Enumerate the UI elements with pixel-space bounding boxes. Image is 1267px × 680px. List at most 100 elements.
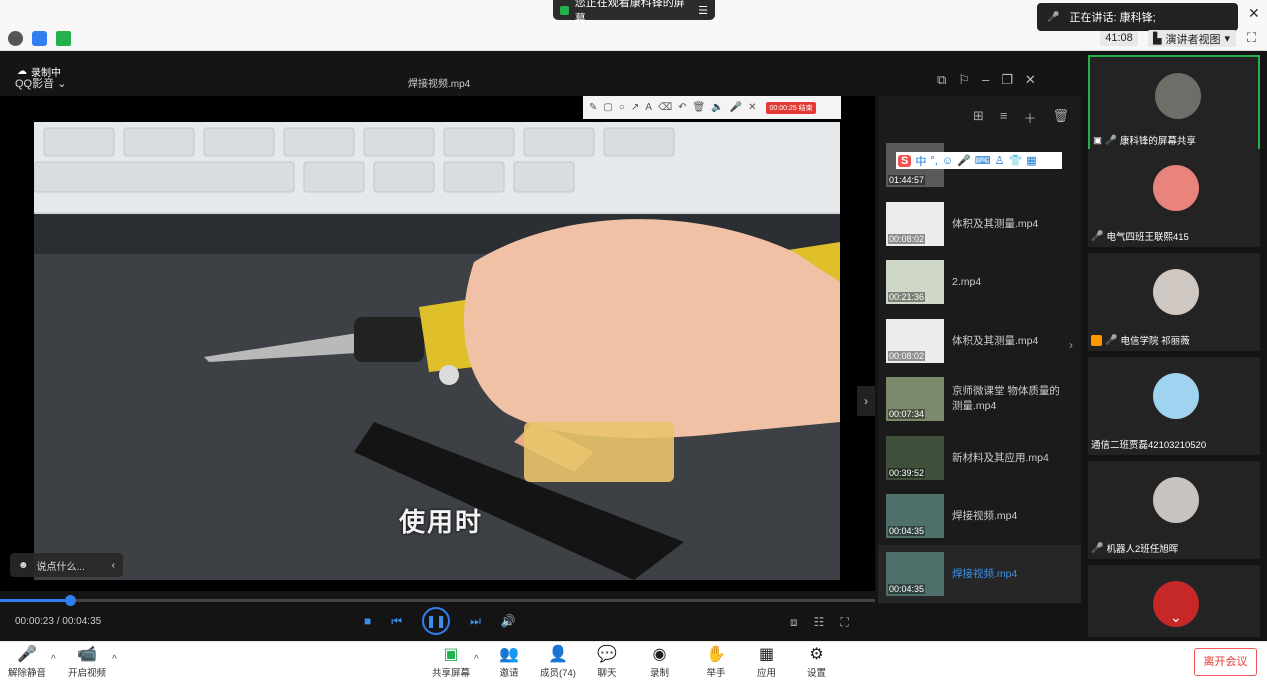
participant-tile[interactable]: 🎤 电信学院 祁丽薇 — [1088, 253, 1260, 351]
host-badge-icon — [1091, 334, 1102, 346]
participant-label: 🎤 电气四班王联熙415 — [1091, 229, 1189, 244]
participant-name: 电信学院 祁丽薇 — [1120, 336, 1190, 347]
fullscreen-icon[interactable]: ⛶ — [840, 615, 848, 630]
volume-icon[interactable]: 🔊 — [501, 614, 516, 628]
viewing-banner[interactable]: 您正在观看康科锋的屏幕 ☰ — [553, 0, 715, 25]
recording-chip[interactable]: 00:00:25 结束 — [766, 101, 816, 114]
participant-tile[interactable]: ⌄ — [1088, 565, 1260, 637]
stop-icon[interactable]: ■ — [364, 614, 371, 628]
close-icon[interactable]: ✕ — [1248, 5, 1260, 22]
pen-icon[interactable]: ✎ — [589, 102, 597, 113]
leave-meeting-button[interactable]: 离开会议 — [1194, 648, 1257, 676]
settings-button[interactable]: ⚙ 设置 — [807, 645, 826, 679]
playlist-item[interactable]: 00:39:52 新材料及其应用.mp4 — [878, 429, 1081, 487]
members-button[interactable]: 👤 成员(74) — [540, 645, 576, 679]
mic-off-icon[interactable]: 🎤 — [730, 102, 742, 113]
close-icon[interactable]: ✕ — [1025, 72, 1036, 88]
emoji-icon[interactable]: ☺ — [942, 155, 953, 167]
playlist-item[interactable]: 00:08:02 体积及其测量.mp4 — [878, 195, 1081, 253]
presenter-view-dropdown[interactable]: ▙ 演讲者视图 ▾ — [1148, 30, 1236, 47]
invite-button[interactable]: 👥 邀请 — [499, 645, 519, 679]
mic-icon: 🎤 — [1104, 134, 1117, 146]
next-icon[interactable]: ⏭ — [470, 614, 481, 629]
unmute-label: 解除静音 — [8, 668, 47, 679]
progress-knob[interactable] — [65, 595, 76, 606]
text-icon[interactable]: A — [645, 102, 652, 113]
app-name-menu[interactable]: QQ影音 ⌄ — [15, 75, 66, 91]
playlist-toggle[interactable]: › — [857, 386, 875, 416]
extra-controls: ⧈ ☷ ⛶ — [790, 615, 849, 630]
trash-icon[interactable]: 🗑 — [692, 102, 705, 113]
participant-tile[interactable]: 🎤 电气四班王联熙415 — [1088, 149, 1260, 247]
delete-icon[interactable]: 🗑 — [1053, 108, 1070, 127]
sort-icon[interactable]: ≡ — [1000, 108, 1008, 127]
add-icon[interactable]: ＋ — [1024, 108, 1037, 127]
participant-tile[interactable]: ▣ 🎤 康科锋的屏幕共享 — [1088, 55, 1260, 153]
unmute-button[interactable]: 🎤 解除静音 — [8, 645, 46, 679]
fullscreen-icon[interactable]: ⛶ — [1247, 30, 1256, 46]
participant-tile[interactable]: 🎤 机器人2班任旭晖 — [1088, 461, 1260, 559]
participants-collapse[interactable]: › — [1069, 338, 1081, 366]
info-icon[interactable] — [8, 31, 23, 46]
punctuation-icon[interactable]: °, — [930, 155, 937, 167]
raise-hand-label: 举手 — [706, 668, 726, 679]
mini-mode-icon[interactable]: ⧉ — [937, 72, 946, 88]
record-button[interactable]: ◉ 录制 — [650, 645, 669, 679]
menu-icon[interactable]: ☰ — [698, 4, 708, 17]
minimize-icon[interactable]: – — [982, 72, 989, 88]
participant-tile[interactable]: 通信二班贾磊42103210520 — [1088, 357, 1260, 455]
screenshot-icon[interactable]: ⧈ — [790, 615, 798, 630]
previous-icon[interactable]: ⏮ — [391, 614, 402, 629]
mic-icon[interactable]: 🎤 — [957, 154, 971, 167]
undo-icon[interactable]: ↶ — [678, 102, 686, 113]
apps-button[interactable]: ▦ 应用 — [757, 645, 776, 679]
maximize-icon[interactable]: ❐ — [1001, 72, 1013, 88]
close-icon[interactable]: ✕ — [748, 102, 756, 113]
record-label: 录制 — [650, 668, 670, 679]
emoji-icon[interactable]: ☻ — [18, 560, 29, 571]
settings-sliders-icon[interactable]: ☷ — [814, 615, 825, 630]
ellipse-icon[interactable]: ○ — [619, 102, 625, 113]
arrow-icon[interactable]: ↗ — [631, 102, 639, 113]
progress-bar[interactable] — [0, 595, 875, 606]
skin-icon[interactable]: 👕 — [1009, 154, 1023, 167]
playlist-item[interactable]: 00:21:36 2.mp4 — [878, 253, 1081, 311]
rectangle-icon[interactable]: ▢ — [603, 102, 612, 113]
chat-button[interactable]: 💬 聊天 — [597, 645, 617, 679]
playlist-item[interactable]: 00:04:35 焊接视频.mp4 — [878, 487, 1081, 545]
grid-view-icon[interactable]: ⊞ — [973, 108, 984, 127]
pause-button[interactable]: ❚❚ — [422, 607, 451, 635]
meeting-toolbar: 🎤 解除静音 ^ 📹 开启视频 ^ ▣ 共享屏幕 ^ 👥 邀请 👤 成员(74)… — [0, 641, 1267, 680]
playlist-item[interactable]: 00:04:35 焊接视频.mp4 — [878, 545, 1081, 603]
keyboard-icon[interactable]: ⌨ — [975, 154, 991, 167]
annotation-toolbar: ✎ ▢ ○ ↗ A ⌫ ↶ 🗑 🔈 🎤 ✕ 00:00:25 结束 — [583, 96, 841, 119]
chevron-up-icon[interactable]: ^ — [51, 654, 56, 665]
video-area[interactable]: 使用时 ✎ ▢ ○ ↗ A ⌫ ↶ 🗑 🔈 🎤 ✕ 00:00:25 结束 ☻ … — [0, 96, 875, 591]
chevron-left-icon[interactable]: ‹ — [112, 560, 115, 571]
chat-input-pill[interactable]: ☻ 说点什么... ‹ — [10, 553, 123, 577]
screen-share-icon: ▣ — [1093, 134, 1102, 146]
signal-icon[interactable] — [56, 31, 71, 46]
video-frame: 使用时 — [34, 122, 840, 580]
chevron-up-icon[interactable]: ^ — [474, 654, 479, 665]
ime-mode[interactable]: 中 — [915, 153, 926, 169]
chevron-down-icon[interactable]: ⌄ — [1170, 609, 1182, 626]
avatar — [1153, 165, 1199, 211]
chevron-up-icon[interactable]: ^ — [112, 654, 117, 665]
playlist-tools: ⊞ ≡ ＋ 🗑 — [973, 108, 1069, 127]
user-icon[interactable]: ♙ — [995, 154, 1005, 167]
speaker-icon[interactable]: 🔈 — [711, 102, 723, 113]
pin-icon[interactable]: ⚐ — [958, 72, 970, 88]
eraser-icon[interactable]: ⌫ — [658, 102, 672, 113]
invite-label: 邀请 — [499, 668, 519, 679]
shield-icon[interactable] — [32, 31, 47, 46]
playlist-item[interactable]: 00:08:02 体积及其测量.mp4 — [878, 312, 1081, 370]
raise-hand-button[interactable]: ✋ 举手 — [706, 645, 726, 679]
playlist-item[interactable]: 00:07:34 京师微课堂 物体质量的测量.mp4 — [878, 370, 1081, 428]
participant-label: 通信二班贾磊42103210520 — [1091, 437, 1206, 451]
start-video-button[interactable]: 📹 开启视频 — [68, 645, 106, 679]
playlist-thumbnail: 00:21:36 — [886, 260, 944, 304]
playlist-item-name: 焊接视频.mp4 — [952, 509, 1018, 522]
grid-icon[interactable]: ▦ — [1026, 154, 1036, 167]
share-screen-button[interactable]: ▣ 共享屏幕 — [432, 645, 470, 679]
